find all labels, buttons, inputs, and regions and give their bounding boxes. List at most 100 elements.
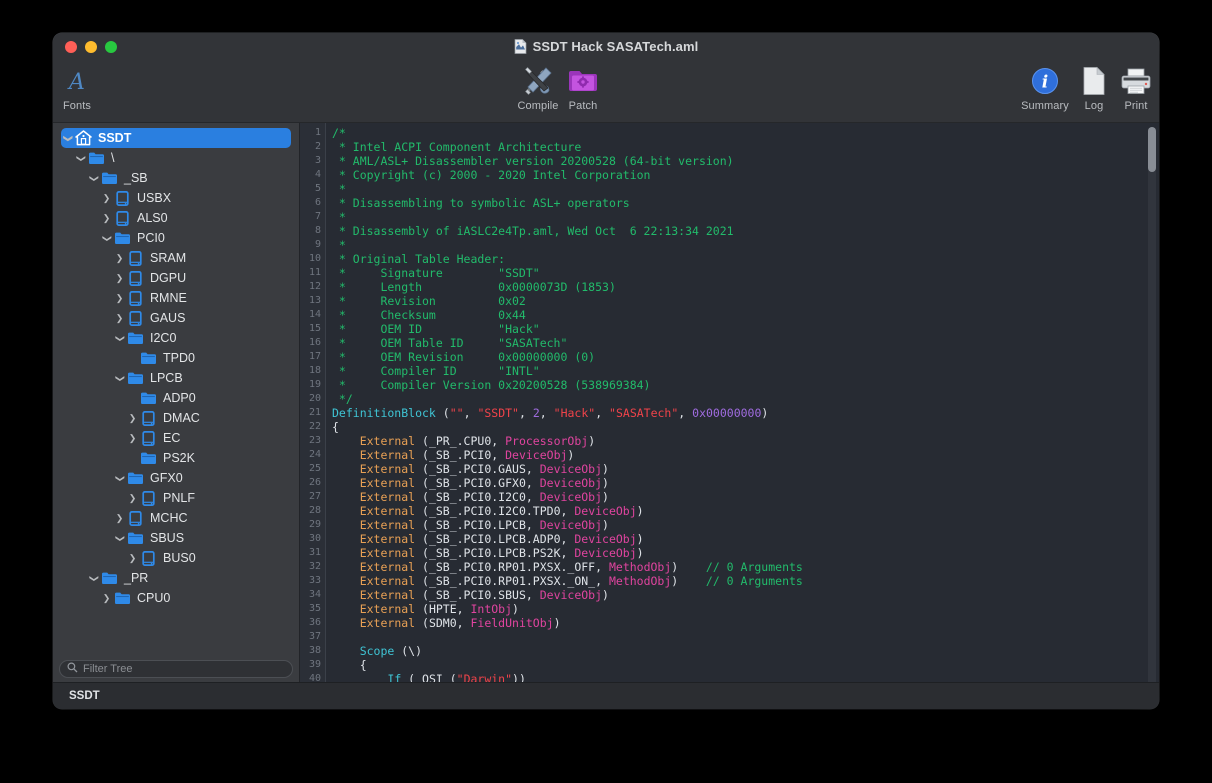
tree-item-dgpu[interactable]: ❯ DGPU bbox=[53, 268, 299, 288]
code-token: MethodObj bbox=[608, 574, 672, 588]
code-line: * AML/ASL+ Disassembler version 20200528… bbox=[332, 154, 1159, 168]
tree-item-sram[interactable]: ❯ SRAM bbox=[53, 248, 299, 268]
chevron-glyph: ❯ bbox=[128, 492, 137, 503]
code-token: * bbox=[332, 182, 346, 196]
chevron-right-icon[interactable]: ❯ bbox=[126, 412, 139, 423]
tree-item-lpcb[interactable]: ❯ LPCB bbox=[53, 368, 299, 388]
chevron-down-icon[interactable]: ❯ bbox=[61, 134, 74, 143]
tree-item-pci0[interactable]: ❯ PCI0 bbox=[53, 228, 299, 248]
editor-scrollbar[interactable] bbox=[1148, 127, 1156, 682]
code-text[interactable]: /* * Intel ACPI Component Architecture *… bbox=[326, 123, 1159, 682]
code-line: * Disassembling to symbolic ASL+ operato… bbox=[332, 196, 1159, 210]
tree-item-sbus[interactable]: ❯ SBUS bbox=[53, 528, 299, 548]
acpi-tree[interactable]: ❯ SSDT ❯ \ ❯ _SB ❯ USBX ❯ ALS0 ❯ PCI0 ❯ SRAM ❯ DGPU ❯ RMN… bbox=[53, 123, 299, 655]
tree-item-ec[interactable]: ❯ EC bbox=[53, 428, 299, 448]
toolbar-patch-button[interactable]: Patch bbox=[551, 63, 615, 112]
tree-item-_pr[interactable]: ❯ _PR bbox=[53, 568, 299, 588]
code-token: */ bbox=[332, 392, 353, 406]
device-icon bbox=[113, 190, 132, 206]
code-token: (_SB_.PCI0.LPCB.ADP0, bbox=[415, 532, 575, 546]
code-line: External (_SB_.PCI0.SBUS, DeviceObj) bbox=[332, 588, 1159, 602]
line-number: 22 bbox=[308, 421, 321, 432]
chevron-glyph: ❯ bbox=[128, 412, 137, 423]
tree-item-tpd0[interactable]: TPD0 bbox=[53, 348, 299, 368]
code-token: (_SB_.PCI0.LPCB.PS2K, bbox=[415, 546, 575, 560]
tree-item-label: ADP0 bbox=[163, 390, 196, 405]
chevron-right-icon[interactable]: ❯ bbox=[126, 433, 139, 443]
device-icon bbox=[126, 310, 145, 326]
chevron-down-icon[interactable]: ❯ bbox=[87, 574, 100, 583]
tree-item-rmne[interactable]: ❯ RMNE bbox=[53, 288, 299, 308]
filter-tree-input[interactable]: Filter Tree bbox=[59, 659, 293, 678]
code-editor[interactable]: 1 2 3 4 5 6 7 8 9 10 11 12 13 14 15 16 17 18 19 20 21 22 23 24 2… bbox=[300, 123, 1159, 682]
tree-item-gfx0[interactable]: ❯ GFX0 bbox=[53, 468, 299, 488]
tree-item-gaus[interactable]: ❯ GAUS bbox=[53, 308, 299, 328]
tree-item-cpu0[interactable]: ❯ CPU0 bbox=[53, 588, 299, 608]
chevron-right-icon[interactable]: ❯ bbox=[100, 193, 113, 203]
tree-item-ps2k[interactable]: PS2K bbox=[53, 448, 299, 468]
status-bar: SSDT bbox=[53, 682, 1159, 709]
tree-item-adp0[interactable]: ADP0 bbox=[53, 388, 299, 408]
chevron-down-icon[interactable]: ❯ bbox=[113, 534, 126, 543]
chevron-down-icon[interactable]: ❯ bbox=[74, 154, 87, 163]
tree-item-als0[interactable]: ❯ ALS0 bbox=[53, 208, 299, 228]
toolbar-fonts-label: Fonts bbox=[62, 100, 91, 112]
chevron-right-icon[interactable]: ❯ bbox=[113, 273, 126, 283]
chevron-glyph: ❯ bbox=[75, 154, 86, 162]
tree-item-_sb[interactable]: ❯ _SB bbox=[53, 168, 299, 188]
line-number: 11 bbox=[308, 267, 321, 278]
code-token: ) bbox=[636, 532, 644, 546]
code-line: * Copyright (c) 2000 - 2020 Intel Corpor… bbox=[332, 168, 1159, 182]
folder-icon bbox=[100, 171, 119, 185]
folder-icon bbox=[113, 591, 132, 605]
tree-item-bus0[interactable]: ❯ BUS0 bbox=[53, 548, 299, 568]
line-number: 15 bbox=[308, 323, 321, 334]
chevron-down-icon[interactable]: ❯ bbox=[113, 474, 126, 483]
chevron-right-icon[interactable]: ❯ bbox=[100, 213, 113, 223]
line-number: 26 bbox=[308, 477, 321, 488]
toolbar-print-button[interactable]: Print bbox=[1104, 63, 1159, 112]
code-token: "Hack" bbox=[553, 406, 596, 420]
minimize-button[interactable] bbox=[85, 41, 97, 53]
chevron-right-icon[interactable]: ❯ bbox=[113, 513, 126, 523]
code-token: DeviceObj bbox=[539, 490, 603, 504]
code-token: ProcessorObj bbox=[505, 434, 589, 448]
close-button[interactable] bbox=[65, 41, 77, 53]
chevron-down-icon[interactable]: ❯ bbox=[113, 374, 126, 383]
code-line: DefinitionBlock ("", "SSDT", 2, "Hack", … bbox=[332, 406, 1159, 420]
tree-item-dmac[interactable]: ❯ DMAC bbox=[53, 408, 299, 428]
code-line: External (_SB_.PCI0.I2C0.TPD0, DeviceObj… bbox=[332, 504, 1159, 518]
chevron-right-icon[interactable]: ❯ bbox=[126, 492, 139, 503]
chevron-right-icon[interactable]: ❯ bbox=[126, 553, 139, 563]
code-line: */ bbox=[332, 392, 1159, 406]
chevron-glyph: ❯ bbox=[114, 374, 125, 382]
chevron-right-icon[interactable]: ❯ bbox=[113, 293, 126, 303]
tree-item-i2c0[interactable]: ❯ I2C0 bbox=[53, 328, 299, 348]
line-number: 30 bbox=[308, 533, 321, 544]
tree-item-pnlf[interactable]: ❯ PNLF bbox=[53, 488, 299, 508]
chevron-right-icon[interactable]: ❯ bbox=[100, 593, 113, 603]
maximize-button[interactable] bbox=[105, 41, 117, 53]
code-token: (_SB_.PCI0.I2C0, bbox=[415, 490, 540, 504]
toolbar-fonts-button[interactable]: A Fonts bbox=[53, 63, 109, 112]
tree-item-mchc[interactable]: ❯ MCHC bbox=[53, 508, 299, 528]
line-number: 12 bbox=[308, 281, 321, 292]
code-token: /* bbox=[332, 126, 346, 140]
folder-icon bbox=[139, 351, 158, 365]
chevron-down-icon[interactable]: ❯ bbox=[87, 174, 100, 183]
code-token: DeviceObj bbox=[574, 546, 637, 560]
folder-icon bbox=[126, 331, 145, 345]
tree-item-root[interactable]: ❯ \ bbox=[53, 148, 299, 168]
editor-scrollbar-thumb[interactable] bbox=[1148, 127, 1156, 172]
code-token: * bbox=[332, 210, 346, 224]
sidebar: ❯ SSDT ❯ \ ❯ _SB ❯ USBX ❯ ALS0 ❯ PCI0 ❯ SRAM ❯ DGPU ❯ RMN… bbox=[53, 123, 300, 682]
chevron-down-icon[interactable]: ❯ bbox=[100, 234, 113, 243]
code-token: { bbox=[332, 658, 367, 672]
tree-item-ssdt[interactable]: ❯ SSDT bbox=[61, 128, 291, 148]
chevron-right-icon[interactable]: ❯ bbox=[113, 313, 126, 323]
chevron-right-icon[interactable]: ❯ bbox=[113, 253, 126, 263]
tree-item-usbx[interactable]: ❯ USBX bbox=[53, 188, 299, 208]
chevron-down-icon[interactable]: ❯ bbox=[113, 334, 126, 343]
